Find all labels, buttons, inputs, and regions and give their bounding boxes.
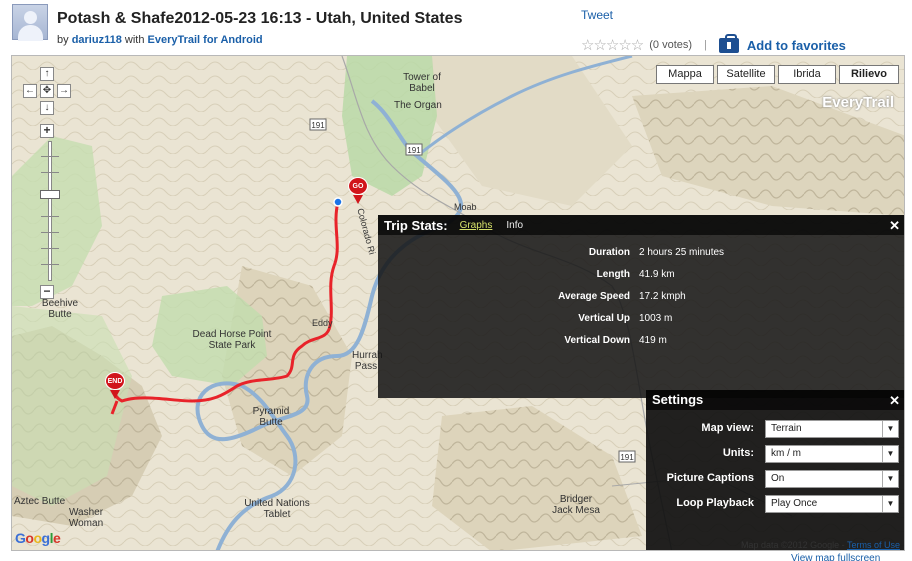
tweet-button[interactable]: Tweet: [581, 8, 613, 22]
loop-playback-select[interactable]: Play Once ▼: [765, 495, 899, 513]
vote-count: (0 votes): [649, 39, 693, 51]
map-type-ibrida[interactable]: Ibrida: [778, 65, 836, 84]
user-avatar[interactable]: [12, 4, 48, 41]
app-link[interactable]: EveryTrail for Android: [148, 34, 263, 46]
setting-picture-captions: Picture Captions On ▼: [646, 470, 904, 488]
select-value: km / m: [771, 448, 801, 459]
picture-captions-select[interactable]: On ▼: [765, 470, 899, 488]
zoom-out-button[interactable]: −: [40, 285, 54, 299]
pan-up-icon[interactable]: ↑: [40, 67, 54, 81]
trip-stats-close-icon[interactable]: ✕: [889, 218, 900, 234]
stat-label: Duration: [588, 247, 630, 258]
view-fullscreen-link[interactable]: View map fullscreen: [791, 553, 880, 561]
start-marker-label: GO: [348, 177, 368, 195]
place-label-beehive-butte: Beehive Butte: [41, 298, 79, 320]
setting-label: Picture Captions: [666, 472, 754, 484]
stat-label: Vertical Down: [564, 335, 630, 346]
add-to-favorites-link[interactable]: Add to favorites: [747, 38, 846, 53]
chevron-down-icon[interactable]: ▼: [882, 496, 898, 512]
trip-stats-header: Trip Stats: Graphs Info: [378, 215, 904, 235]
zoom-slider-track[interactable]: [48, 141, 52, 281]
map-canvas[interactable]: 191 191 191 Tower of Babel The Organ Moa…: [11, 55, 905, 551]
place-label-united-nations-tablet: United Nations Tablet: [244, 498, 310, 520]
chevron-down-icon[interactable]: ▼: [882, 471, 898, 487]
zoom-in-button[interactable]: +: [40, 124, 54, 138]
page-title: Potash & Shafe2012-05-23 16:13 - Utah, U…: [57, 10, 463, 27]
author-link[interactable]: dariuz118: [72, 34, 122, 46]
everytrail-logo: EveryTrail: [822, 94, 894, 111]
select-value: Play Once: [771, 498, 818, 509]
star-rating[interactable]: ☆☆☆☆☆: [581, 36, 644, 54]
map-type-rilievo[interactable]: Rilievo: [839, 65, 899, 84]
pan-down-icon[interactable]: ↓: [40, 101, 54, 115]
separator: |: [704, 39, 707, 51]
end-marker-label: END: [105, 372, 125, 390]
trip-stats-title: Trip Stats:: [384, 217, 448, 233]
stat-value: 2 hours 25 minutes: [639, 247, 725, 258]
tab-graphs[interactable]: Graphs: [460, 220, 493, 231]
stat-value: 41.9 km: [639, 269, 675, 280]
place-label-washer-woman: Washer Woman: [68, 507, 104, 529]
place-label-the-organ: The Organ: [394, 100, 442, 111]
terms-of-use-link[interactable]: Terms of Use: [847, 540, 900, 550]
place-label-dead-horse-point: Dead Horse Point State Park: [192, 329, 272, 351]
with-prefix: with: [124, 34, 145, 46]
attribution-text: Map data ©2012 Google -: [740, 540, 845, 550]
setting-label: Map view:: [701, 422, 754, 434]
chevron-down-icon[interactable]: ▼: [882, 421, 898, 437]
pan-right-icon[interactable]: →: [57, 84, 71, 98]
start-marker[interactable]: GO: [348, 177, 368, 204]
pan-center-icon[interactable]: ✥: [40, 84, 54, 98]
setting-units: Units: km / m ▼: [646, 445, 904, 463]
place-label-tower-of-babel: Tower of Babel: [403, 72, 441, 94]
settings-close-icon[interactable]: ✕: [889, 393, 900, 409]
select-value: Terrain: [771, 423, 802, 434]
by-prefix: by: [57, 34, 69, 46]
place-label-bridger-jack-mesa: Bridger Jack Mesa: [552, 494, 600, 516]
tab-info[interactable]: Info: [506, 220, 523, 231]
units-select[interactable]: km / m ▼: [765, 445, 899, 463]
stat-value: 1003 m: [639, 313, 673, 324]
select-value: On: [771, 473, 785, 484]
place-label-pyramid-butte: Pyramid Butte: [252, 406, 290, 428]
zoom-slider-thumb[interactable]: [40, 190, 60, 199]
pan-left-icon[interactable]: ←: [23, 84, 37, 98]
setting-label: Units:: [722, 447, 754, 459]
place-label-moab: Moab: [454, 202, 477, 212]
settings-panel: Settings ✕ Map view: Terrain ▼ Units: km…: [646, 390, 904, 550]
highway-191-label: 191: [407, 146, 421, 155]
stat-label: Vertical Up: [578, 313, 630, 324]
setting-loop-playback: Loop Playback Play Once ▼: [646, 495, 904, 513]
place-label-eddy: Eddy: [312, 318, 333, 328]
stat-label: Average Speed: [558, 291, 630, 302]
chevron-down-icon[interactable]: ▼: [882, 446, 898, 462]
briefcase-icon[interactable]: [718, 33, 739, 53]
map-attribution: Map data ©2012 Google - Terms of Use: [741, 540, 900, 550]
page: Potash & Shafe2012-05-23 16:13 - Utah, U…: [0, 0, 912, 561]
map-type-switcher: Mappa Satellite Ibrida Rilievo: [653, 65, 899, 84]
trip-stats-panel: Trip Stats: Graphs Info ✕ Duration 2 hou…: [378, 215, 904, 398]
google-logo[interactable]: Google: [15, 530, 61, 546]
place-label-hurrah-pass: Hurrah Pass: [352, 350, 383, 372]
setting-map-view: Map view: Terrain ▼: [646, 420, 904, 438]
highway-191-label: 191: [620, 453, 634, 462]
stat-value: 419 m: [639, 335, 667, 346]
stars-icon[interactable]: ☆☆☆☆☆: [581, 37, 644, 54]
setting-label: Loop Playback: [676, 497, 754, 509]
settings-title: Settings: [646, 390, 904, 410]
byline: by dariuz118 with EveryTrail for Android: [57, 34, 263, 46]
rating-bar: ☆☆☆☆☆ (0 votes) | Add to favorites: [581, 33, 846, 54]
end-marker[interactable]: END: [105, 372, 125, 399]
map-view-select[interactable]: Terrain ▼: [765, 420, 899, 438]
stat-value: 17.2 kmph: [639, 291, 686, 302]
stat-label: Length: [596, 269, 630, 280]
place-label-aztec-butte: Aztec Butte: [14, 496, 66, 507]
map-type-mappa[interactable]: Mappa: [656, 65, 714, 84]
highway-191-label: 191: [311, 121, 325, 130]
map-type-satellite[interactable]: Satellite: [717, 65, 775, 84]
